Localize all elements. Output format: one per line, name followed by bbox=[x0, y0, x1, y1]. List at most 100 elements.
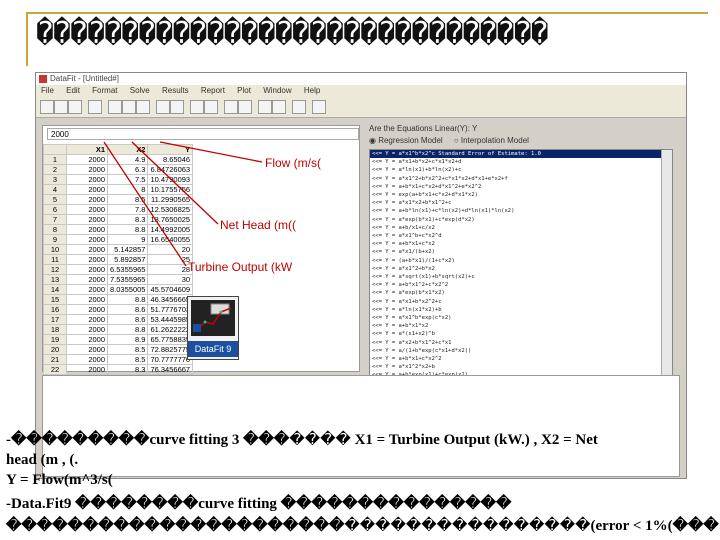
cell-x1[interactable]: 2000 bbox=[66, 244, 108, 255]
model-list-item[interactable]: <<= Y = a*x1^b*x2^c Standard Error of Es… bbox=[370, 150, 672, 159]
cell-x1[interactable]: 2000 bbox=[66, 274, 108, 285]
cell-y[interactable]: 13.7650025 bbox=[147, 214, 194, 225]
row-number[interactable]: 9 bbox=[43, 234, 67, 245]
cell-edit-field[interactable]: 2000 bbox=[47, 128, 359, 140]
menu-window[interactable]: Window bbox=[263, 86, 291, 95]
cell-x1[interactable]: 2000 bbox=[66, 334, 108, 345]
cell-x2[interactable]: 8.0355005 bbox=[106, 284, 149, 295]
model-list-item[interactable]: <<= Y = a+b*x1+c*x2^2 bbox=[370, 355, 672, 363]
model-list-item[interactable]: <<= Y = exp(a+b*x1+c*x2+d*x1*x2) bbox=[370, 191, 672, 199]
cell-x2[interactable]: 4.9 bbox=[106, 154, 149, 165]
cell-x2[interactable]: 8.9 bbox=[106, 334, 149, 345]
menu-solve[interactable]: Solve bbox=[130, 86, 150, 95]
model-list-item[interactable]: <<= Y = a*x1^b+c*x2^d bbox=[370, 232, 672, 240]
row-number[interactable]: 10 bbox=[43, 244, 67, 255]
table-row[interactable]: 9 2000 9 16.6540055 bbox=[43, 234, 194, 245]
cell-y[interactable]: 14.4992005 bbox=[147, 224, 194, 235]
table-row[interactable]: 8 2000 8.8 14.4992005 bbox=[43, 224, 194, 235]
row-number[interactable]: 11 bbox=[43, 254, 67, 265]
cell-x2[interactable]: 5.892857 bbox=[106, 254, 149, 265]
model-list-item[interactable]: <<= Y = a*exp(b*x1*x2) bbox=[370, 289, 672, 297]
table-row[interactable]: 20 2000 8.5 72.8825775 bbox=[43, 344, 194, 355]
table-row[interactable]: 2 2000 6.3 6.84726063 bbox=[43, 164, 194, 175]
table-row[interactable]: 15 2000 8.8 46.3456665 bbox=[43, 294, 194, 305]
model-list-item[interactable]: <<= Y = a*x1/(b+x2) bbox=[370, 248, 672, 256]
menu-edit[interactable]: Edit bbox=[66, 86, 80, 95]
cell-x2[interactable]: 7.8 bbox=[106, 204, 149, 215]
model-list-item[interactable]: <<= Y = a*x1^b*exp(c*x2) bbox=[370, 314, 672, 322]
cell-x1[interactable]: 2000 bbox=[66, 214, 108, 225]
row-number[interactable]: 13 bbox=[43, 274, 67, 285]
cell-x2[interactable]: 8.8 bbox=[106, 224, 149, 235]
menu-help[interactable]: Help bbox=[304, 86, 320, 95]
row-number[interactable]: 14 bbox=[43, 284, 67, 295]
tile-icon[interactable] bbox=[292, 100, 306, 114]
row-number[interactable]: 4 bbox=[43, 184, 67, 195]
table-row[interactable]: 11 2000 5.892857 25 bbox=[43, 254, 194, 265]
cell-x1[interactable]: 2000 bbox=[66, 314, 108, 325]
table-row[interactable]: 6 2000 7.8 12.5306825 bbox=[43, 204, 194, 215]
column-header-x1[interactable]: X1 bbox=[66, 144, 108, 155]
cell-x2[interactable]: 6.3 bbox=[106, 164, 149, 175]
cell-y[interactable]: 46.3456665 bbox=[147, 294, 194, 305]
cell-x1[interactable]: 2000 bbox=[66, 184, 108, 195]
model-list-item[interactable]: <<= Y = a+b*x1^2+c*x2^2 bbox=[370, 281, 672, 289]
cell-x2[interactable]: 8.6 bbox=[106, 314, 149, 325]
cell-x2[interactable]: 7.5355965 bbox=[106, 274, 149, 285]
cell-x2[interactable]: 8.3 bbox=[106, 364, 149, 375]
cell-y[interactable]: 25 bbox=[147, 254, 194, 265]
row-number[interactable]: 21 bbox=[43, 354, 67, 365]
insert-row-icon[interactable] bbox=[156, 100, 170, 114]
model-list-item[interactable]: <<= Y = a*sqrt(x1)+b*sqrt(x2)+c bbox=[370, 273, 672, 281]
cell-x1[interactable]: 2000 bbox=[66, 344, 108, 355]
model-list-item[interactable]: <<= Y = a+b/x1+c/x2 bbox=[370, 224, 672, 232]
cell-y[interactable]: 6.84726063 bbox=[147, 164, 194, 175]
graph-icon[interactable] bbox=[224, 100, 238, 114]
cell-x1[interactable]: 2000 bbox=[66, 304, 108, 315]
cell-y[interactable]: 45.5704609 bbox=[147, 284, 194, 295]
radio-interpolation[interactable]: ○ Interpolation Model bbox=[454, 136, 529, 145]
cell-x1[interactable]: 2000 bbox=[66, 294, 108, 305]
cell-x2[interactable]: 9 bbox=[106, 234, 149, 245]
table-row[interactable]: 12 2000 6.5355965 28 bbox=[43, 264, 194, 275]
print-icon[interactable] bbox=[88, 100, 102, 114]
save-icon[interactable] bbox=[68, 100, 82, 114]
cell-y[interactable]: 65.7758835 bbox=[147, 334, 194, 345]
model-list-item[interactable]: <<= Y = a*x1*x2+b*x1^2+c bbox=[370, 199, 672, 207]
copy-icon[interactable] bbox=[122, 100, 136, 114]
table-row[interactable]: 4 2000 8 10.1755756 bbox=[43, 184, 194, 195]
cell-x1[interactable]: 2000 bbox=[66, 204, 108, 215]
plot-icon[interactable] bbox=[238, 100, 252, 114]
cell-x2[interactable]: 7.5 bbox=[106, 174, 149, 185]
table-row[interactable]: 19 2000 8.9 65.7758835 bbox=[43, 334, 194, 345]
row-number[interactable]: 22 bbox=[43, 364, 67, 375]
model-list-item[interactable]: <<= Y = a*x1^2+b*x2 bbox=[370, 265, 672, 273]
table-row[interactable]: 14 2000 8.0355005 45.5704609 bbox=[43, 284, 194, 295]
model-list-item[interactable]: <<= Y = a*ln(x1)+b*ln(x2)+c bbox=[370, 166, 672, 174]
model-list-item[interactable]: <<= Y = a+b*ln(x1)+c*ln(x2)+d*ln(x1)*ln(… bbox=[370, 207, 672, 215]
model-list-item[interactable]: <<= Y = a+b*x1+c*x2+d*x1^2+e*x2^2 bbox=[370, 183, 672, 191]
cell-y[interactable]: 28 bbox=[147, 264, 194, 275]
table-row[interactable]: 17 2000 8.6 53.4445985 bbox=[43, 314, 194, 325]
table-row[interactable]: 5 2000 8.5 11.2990565 bbox=[43, 194, 194, 205]
cell-y[interactable]: 72.8825775 bbox=[147, 344, 194, 355]
cell-x1[interactable]: 2000 bbox=[66, 234, 108, 245]
table-row[interactable]: 18 2000 8.8 61.2622222 bbox=[43, 324, 194, 335]
row-number[interactable]: 2 bbox=[43, 164, 67, 175]
table-row[interactable]: 22 2000 8.3 76.3456667 bbox=[43, 364, 194, 375]
model-list-item[interactable]: <<= Y = (a+b*x1)/(1+c*x2) bbox=[370, 257, 672, 265]
row-number[interactable]: 6 bbox=[43, 204, 67, 215]
open-folder-icon[interactable] bbox=[54, 100, 68, 114]
model-list-item[interactable]: <<= Y = a*x1+b*x2^2+c bbox=[370, 298, 672, 306]
cut-icon[interactable] bbox=[108, 100, 122, 114]
row-number[interactable]: 7 bbox=[43, 214, 67, 225]
menu-plot[interactable]: Plot bbox=[237, 86, 251, 95]
cell-x1[interactable]: 2000 bbox=[66, 354, 108, 365]
cell-x2[interactable]: 8.6 bbox=[106, 304, 149, 315]
table-row[interactable]: 16 2000 8.6 51.7776703 bbox=[43, 304, 194, 315]
cell-x1[interactable]: 2000 bbox=[66, 284, 108, 295]
cell-x1[interactable]: 2000 bbox=[66, 254, 108, 265]
row-number[interactable]: 15 bbox=[43, 294, 67, 305]
row-number[interactable]: 20 bbox=[43, 344, 67, 355]
cell-x1[interactable]: 2000 bbox=[66, 224, 108, 235]
